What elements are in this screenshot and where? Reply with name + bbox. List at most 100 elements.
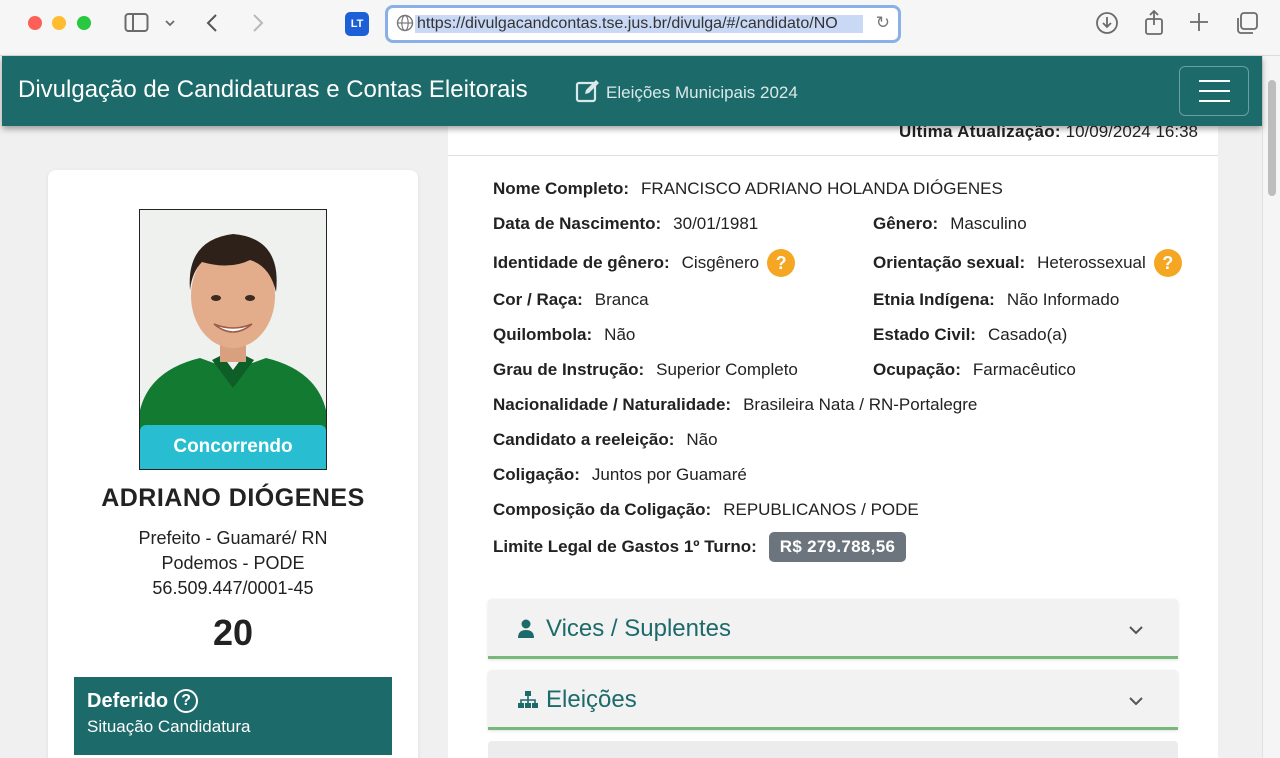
field-label: Composição da Coligação: (493, 500, 712, 519)
accordion-title: Vices / Suplentes (546, 615, 732, 642)
field-label: Identidade de gênero: (493, 253, 670, 272)
page-scrollbar[interactable] (1262, 56, 1280, 758)
sitemap-icon (517, 690, 539, 715)
candidate-photo: Concorrendo (139, 209, 327, 470)
field-value: Não (604, 325, 636, 344)
field-value: Cisgênero (681, 253, 760, 272)
globe-icon (396, 14, 414, 37)
user-icon (517, 619, 535, 644)
address-bar[interactable]: https://divulgacandcontas.tse.jus.br/div… (385, 5, 901, 43)
field-label: Quilombola: (493, 325, 593, 344)
new-tab-icon[interactable] (1187, 10, 1211, 40)
field-identidade-genero: Identidade de gênero: Cisgênero ? (493, 249, 796, 277)
help-icon[interactable]: ? (767, 249, 796, 277)
field-value: Branca (594, 290, 649, 309)
field-value: 30/01/1981 (673, 214, 759, 233)
field-ocupacao: Ocupação: Farmacêutico (873, 360, 1076, 380)
field-grau-instrucao: Grau de Instrução: Superior Completo (493, 360, 798, 380)
field-label: Cor / Raça: (493, 290, 583, 309)
field-value: Não Informado (1006, 290, 1120, 309)
help-icon[interactable]: ? (1153, 249, 1182, 277)
forward-icon[interactable] (250, 11, 266, 41)
candidacy-situation-box: Deferido ? Situação Candidatura (74, 677, 392, 755)
field-limite-gastos: Limite Legal de Gastos 1º Turno: R$ 279.… (493, 532, 907, 562)
spending-limit-badge: R$ 279.788,56 (768, 532, 907, 562)
field-label: Limite Legal de Gastos 1º Turno: (493, 537, 757, 556)
field-nascimento: Data de Nascimento: 30/01/1981 (493, 214, 758, 234)
field-value: Juntos por Guamaré (591, 465, 747, 484)
field-quilombola: Quilombola: Não (493, 325, 635, 345)
candidate-details-panel: Última Atualização: 10/09/2024 16:38 Nom… (448, 122, 1218, 758)
zoom-window-button[interactable] (77, 16, 91, 30)
browser-toolbar: LT https://divulgacandcontas.tse.jus.br/… (0, 0, 1280, 56)
minimize-window-button[interactable] (52, 16, 66, 30)
field-value: Farmacêutico (972, 360, 1076, 379)
chevron-down-icon[interactable] (164, 12, 176, 42)
field-composicao-coligacao: Composição da Coligação: REPUBLICANOS / … (493, 500, 919, 520)
field-value: Casado(a) (987, 325, 1068, 344)
field-label: Etnia Indígena: (873, 290, 995, 309)
field-reeleicao: Candidato a reeleição: Não (493, 430, 718, 450)
sidebar-toggle-icon[interactable] (124, 12, 150, 40)
field-etnia: Etnia Indígena: Não Informado (873, 290, 1119, 310)
candidate-party: Podemos - PODE (161, 553, 305, 573)
candidate-card: Concorrendo ADRIANO DIÓGENES Prefeito - … (48, 170, 418, 758)
field-label: Gênero: (873, 214, 939, 233)
field-coligacao: Coligação: Juntos por Guamaré (493, 465, 747, 485)
download-icon[interactable] (1094, 10, 1120, 42)
field-value: Superior Completo (656, 360, 798, 379)
scrollbar-thumb[interactable] (1268, 80, 1276, 196)
candidate-office: Prefeito - Guamaré/ RN (138, 528, 328, 548)
field-value: FRANCISCO ADRIANO HOLANDA DIÓGENES (641, 179, 1003, 198)
share-icon[interactable] (1142, 8, 1166, 42)
field-label: Ocupação: (873, 360, 961, 379)
field-value: Não (686, 430, 718, 449)
menu-bar-icon (1199, 100, 1230, 102)
chevron-down-icon[interactable] (1128, 694, 1144, 712)
candidate-number: 20 (212, 612, 254, 653)
hamburger-menu-button[interactable] (1179, 66, 1249, 116)
accordion-next-collapsed[interactable] (488, 741, 1178, 758)
accordion-vices-suplentes[interactable]: Vices / Suplentes (488, 599, 1178, 659)
tab-overview-icon[interactable] (1234, 10, 1260, 42)
situation-status: Deferido (87, 689, 169, 712)
field-nacionalidade: Nacionalidade / Naturalidade: Brasileira… (493, 395, 977, 415)
field-value: Brasileira Nata / RN-Portalegre (743, 395, 978, 414)
field-label: Candidato a reeleição: (493, 430, 675, 449)
situation-help-icon[interactable]: ? (174, 689, 199, 713)
field-label: Grau de Instrução: (493, 360, 645, 379)
field-estado-civil: Estado Civil: Casado(a) (873, 325, 1067, 345)
running-status-badge: Concorrendo (140, 425, 326, 469)
extension-icon[interactable]: LT (345, 12, 369, 36)
field-value: Heterossexual (1037, 253, 1146, 272)
menu-bar-icon (1199, 80, 1230, 82)
site-header: Divulgação de Candidaturas e Contas Elei… (2, 56, 1262, 126)
field-label: Estado Civil: (873, 325, 976, 344)
field-label: Orientação sexual: (873, 253, 1026, 272)
close-window-button[interactable] (28, 16, 42, 30)
field-value: REPUBLICANOS / PODE (723, 500, 919, 519)
situation-label: Situação Candidatura (87, 717, 251, 736)
accordion-eleicoes[interactable]: Eleições (488, 670, 1178, 730)
divider (448, 155, 1218, 156)
field-nome-completo: Nome Completo: FRANCISCO ADRIANO HOLANDA… (493, 179, 1003, 199)
site-title[interactable]: Divulgação de Candidaturas e Contas Elei… (18, 76, 528, 104)
menu-bar-icon (1199, 90, 1230, 92)
field-label: Coligação: (493, 465, 580, 484)
field-value: Masculino (950, 214, 1027, 233)
field-label: Nacionalidade / Naturalidade: (493, 395, 732, 414)
chevron-down-icon[interactable] (1128, 623, 1144, 641)
field-cor-raca: Cor / Raça: Branca (493, 290, 649, 310)
candidate-cnpj: 56.509.447/0001-45 (152, 578, 314, 598)
back-icon[interactable] (204, 11, 220, 41)
candidate-name: ADRIANO DIÓGENES (101, 484, 365, 512)
field-label: Data de Nascimento: (493, 214, 662, 233)
url-text[interactable]: https://divulgacandcontas.tse.jus.br/div… (415, 15, 863, 33)
reload-icon[interactable]: ↻ (876, 13, 890, 33)
election-subtitle: Eleições Municipais 2024 (606, 83, 798, 102)
field-genero: Gênero: Masculino (873, 214, 1027, 234)
field-orientacao-sexual: Orientação sexual: Heterossexual ? (873, 249, 1182, 277)
edit-icon (575, 78, 601, 109)
accordion-title: Eleições (546, 686, 637, 713)
field-label: Nome Completo: (493, 179, 629, 198)
